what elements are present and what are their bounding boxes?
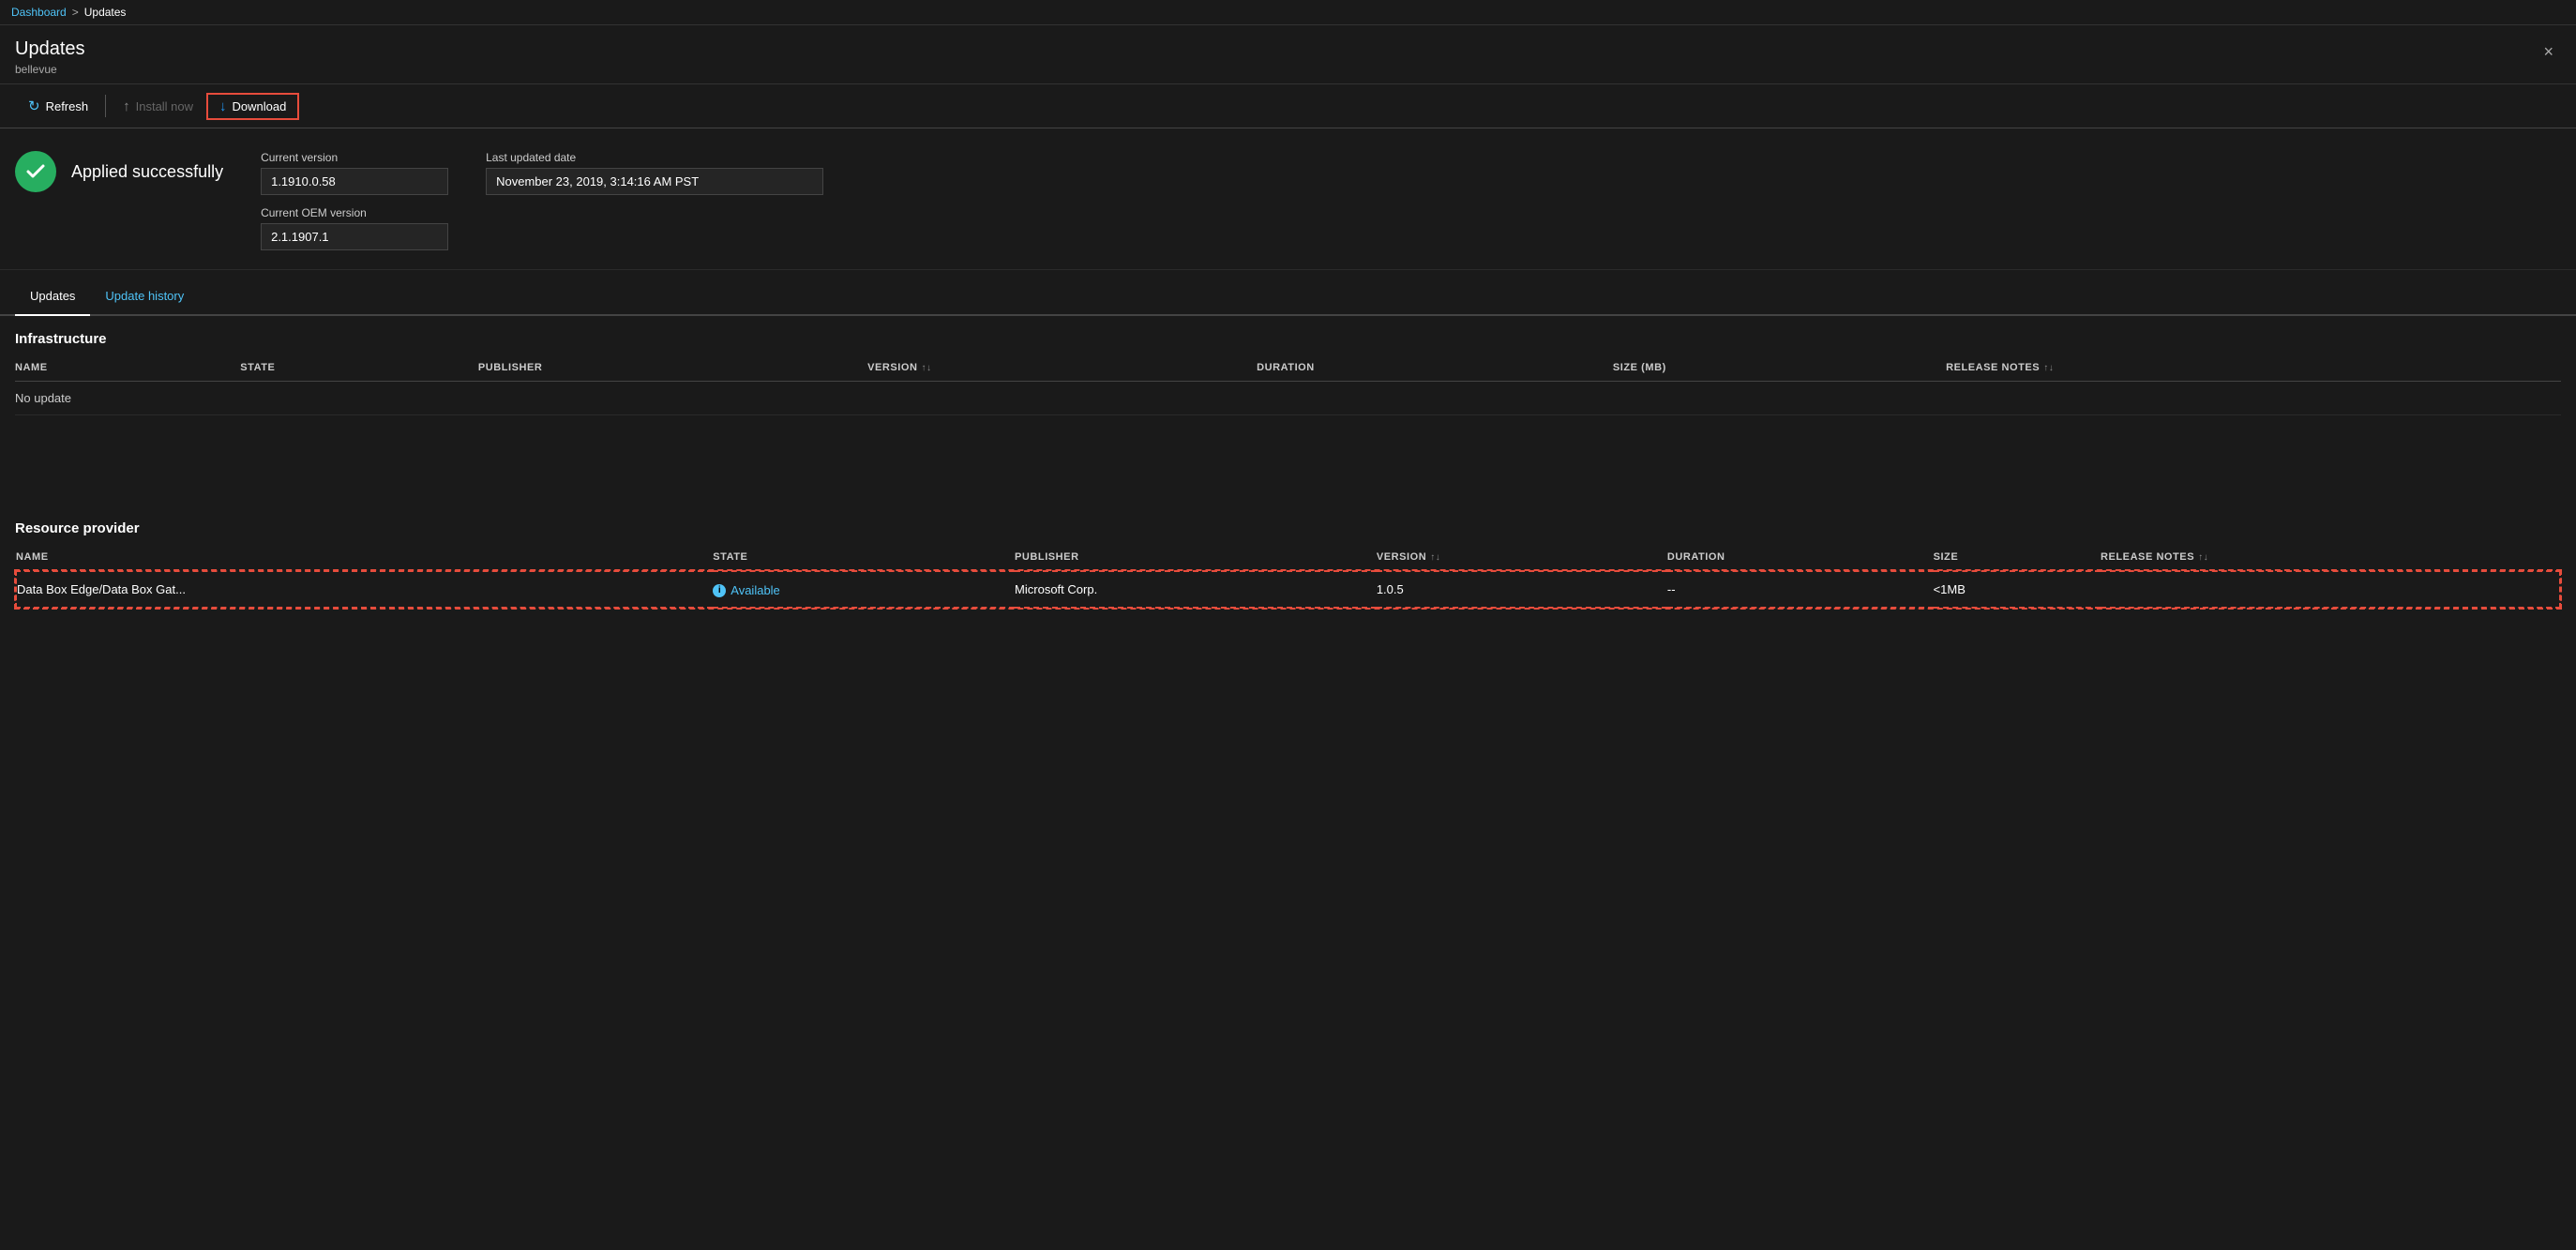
infra-col-size: SIZE (MB) [1613,354,1946,382]
infra-col-name: NAME [15,354,240,382]
refresh-label: Refresh [46,99,89,113]
infra-col-state: STATE [240,354,478,382]
rp-version-sort-icon: ↑↓ [1430,552,1440,563]
infra-col-version[interactable]: VERSION ↑↓ [867,354,1257,382]
resource-provider-table: NAME STATE PUBLISHER VERSION ↑↓ DURATION… [15,544,2561,609]
download-label: Download [233,99,287,113]
status-fields-row: Current version 1.1910.0.58 Current OEM … [261,151,823,250]
last-updated-label: Last updated date [486,151,823,164]
breadcrumb-current: Updates [84,6,127,19]
available-badge: iAvailable [713,583,780,597]
rp-row-name: Data Box Edge/Data Box Gat... [16,571,713,608]
rp-row-publisher: Microsoft Corp. [1015,571,1377,608]
page-subtitle: bellevue [15,63,2561,76]
section-spacer-2 [15,460,2561,505]
rp-row-size: <1MB [1934,571,2101,608]
tab-update-history[interactable]: Update history [90,278,199,316]
rp-row-release-notes [2101,571,2560,608]
current-oem-value: 2.1.1907.1 [261,223,448,250]
page-title: Updates [15,37,2561,61]
breadcrumb-dashboard-link[interactable]: Dashboard [11,6,67,19]
download-button[interactable]: ↓ Download [206,93,299,120]
refresh-button[interactable]: ↻ Refresh [15,92,101,120]
tabs: Updates Update history [0,278,2576,316]
no-update-label: No update [15,382,2561,415]
breadcrumb-separator: > [72,6,79,19]
rp-col-release-notes[interactable]: RELEASE NOTES ↑↓ [2101,544,2560,571]
install-icon: ↑ [123,98,130,114]
current-version-group: Current version 1.1910.0.58 [261,151,448,195]
status-success-icon [15,151,56,192]
infrastructure-table: NAME STATE PUBLISHER VERSION ↑↓ DURATION… [15,354,2561,415]
table-row[interactable]: Data Box Edge/Data Box Gat...iAvailable M… [16,571,2560,608]
tab-updates[interactable]: Updates [15,278,90,316]
last-updated-value: November 23, 2019, 3:14:16 AM PST [486,168,823,195]
infra-col-publisher: PUBLISHER [478,354,867,382]
status-left: Applied successfully [15,151,223,192]
infra-col-release-notes[interactable]: RELEASE NOTES ↑↓ [1946,354,2561,382]
rp-col-publisher: PUBLISHER [1015,544,1377,571]
rp-col-state: STATE [713,544,1015,571]
install-now-button[interactable]: ↑ Install now [110,93,206,120]
current-version-label: Current version [261,151,448,164]
rp-release-notes-sort-icon: ↑↓ [2198,552,2208,563]
rp-col-duration: DURATION [1667,544,1934,571]
version-sort-icon: ↑↓ [921,363,931,373]
current-oem-group: Current OEM version 2.1.1907.1 [261,206,448,250]
table-row: No update [15,382,2561,415]
content: Infrastructure NAME STATE PUBLISHER VERS… [0,316,2576,609]
resource-provider-section-title: Resource provider [15,505,2561,544]
infrastructure-section-title: Infrastructure [15,316,2561,354]
release-notes-sort-icon: ↑↓ [2043,363,2054,373]
rp-row-state: iAvailable [713,571,1015,608]
rp-col-name: NAME [16,544,713,571]
status-section: Applied successfully Current version 1.1… [0,128,2576,270]
breadcrumb: Dashboard > Updates [0,0,2576,25]
rp-col-size: SIZE [1934,544,2101,571]
rp-row-duration: -- [1667,571,1934,608]
install-label: Install now [136,99,193,113]
rp-col-version[interactable]: VERSION ↑↓ [1377,544,1667,571]
page-header: Updates bellevue × [0,25,2576,84]
infra-col-duration: DURATION [1257,354,1613,382]
download-icon: ↓ [219,98,227,114]
last-updated-group: Last updated date November 23, 2019, 3:1… [486,151,823,250]
toolbar: ↻ Refresh ↑ Install now ↓ Download [0,84,2576,128]
refresh-icon: ↻ [28,98,40,114]
toolbar-separator-1 [105,95,106,117]
rp-row-version: 1.0.5 [1377,571,1667,608]
close-button[interactable]: × [2536,38,2561,66]
current-oem-label: Current OEM version [261,206,448,219]
current-version-value: 1.1910.0.58 [261,168,448,195]
section-spacer [15,415,2561,460]
status-text: Applied successfully [71,162,223,182]
